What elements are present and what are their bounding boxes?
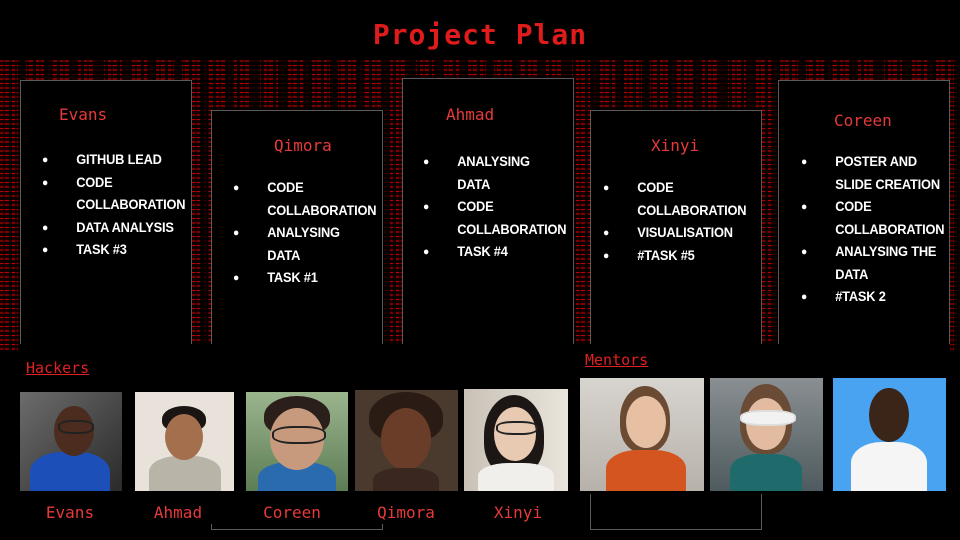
task-item: TASK #3 — [42, 239, 185, 262]
task-list: POSTER AND SLIDE CREATION CODE COLLABORA… — [801, 151, 951, 309]
task-item: ANALYSING DATA — [423, 151, 566, 196]
photo-evans — [20, 392, 122, 491]
card-ahmad: Ahmad ANALYSING DATA CODE COLLABORATION … — [402, 78, 574, 378]
caption-hacker: Qimora — [377, 503, 435, 522]
card-name: Evans — [59, 105, 108, 124]
caption-hacker: Evans — [45, 503, 95, 522]
task-item: TASK #1 — [233, 267, 376, 290]
task-item: CODE COLLABORATION — [801, 196, 945, 241]
card-coreen: Coreen POSTER AND SLIDE CREATION CODE CO… — [778, 80, 950, 380]
photo-mentor-3 — [833, 378, 946, 491]
photo-coreen — [246, 392, 348, 491]
task-item: CODE COLLABORATION — [233, 177, 377, 222]
task-item: ANALYSING THE DATA — [801, 241, 944, 286]
task-list: GITHUB LEAD CODE COLLABORATION DATA ANAL… — [42, 149, 192, 262]
task-item: #TASK #5 — [603, 245, 746, 268]
card-name: Qimora — [274, 136, 332, 155]
caption-hacker: Xinyi — [493, 503, 543, 522]
task-item: DATA ANALYSIS — [42, 217, 185, 240]
card-name: Ahmad — [446, 105, 495, 124]
task-item: GITHUB LEAD — [42, 149, 185, 172]
page-title: Project Plan — [372, 18, 588, 51]
task-item: CODE COLLABORATION — [423, 196, 567, 241]
photo-mentor-2 — [710, 378, 823, 491]
photo-xinyi — [464, 389, 568, 491]
task-item: CODE COLLABORATION — [42, 172, 186, 217]
task-item: ANALYSING DATA — [233, 222, 376, 267]
task-item: POSTER AND SLIDE CREATION — [801, 151, 944, 196]
caption-hacker: Ahmad — [153, 503, 203, 522]
photo-qimora — [355, 390, 458, 491]
caption-hacker: Coreen — [263, 503, 321, 522]
photo-mentor-1 — [580, 378, 704, 491]
photo-ahmad — [135, 392, 234, 491]
mentors-heading: Mentors — [585, 351, 649, 369]
card-evans: Evans GITHUB LEAD CODE COLLABORATION DAT… — [20, 80, 192, 380]
task-list: CODE COLLABORATION ANALYSING DATA TASK #… — [233, 177, 383, 290]
hackers-heading: Hackers — [26, 359, 90, 377]
task-item: CODE COLLABORATION — [603, 177, 747, 222]
task-list: CODE COLLABORATION VISUALISATION #TASK #… — [603, 177, 753, 267]
card-name: Xinyi — [651, 136, 700, 155]
task-item: #TASK 2 — [801, 286, 944, 309]
card-name: Coreen — [834, 111, 892, 130]
task-list: ANALYSING DATA CODE COLLABORATION TASK #… — [423, 151, 573, 264]
task-item: TASK #4 — [423, 241, 566, 264]
task-item: VISUALISATION — [603, 222, 746, 245]
